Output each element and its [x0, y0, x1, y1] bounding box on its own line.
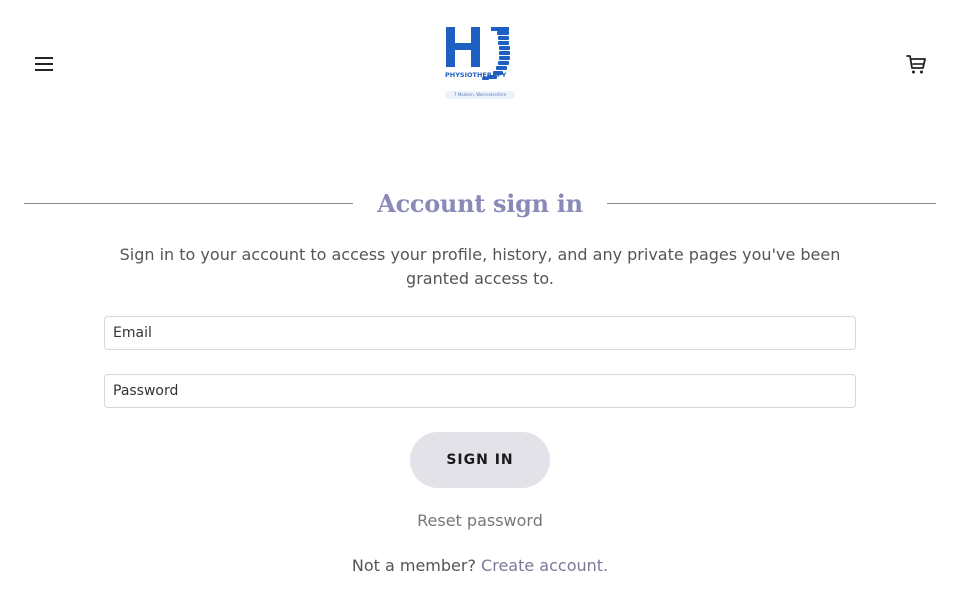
- hamburger-menu-icon: [35, 57, 53, 71]
- cart-button[interactable]: [902, 50, 930, 78]
- title-row: Account sign in: [24, 184, 937, 222]
- sign-in-button[interactable]: SIGN IN: [410, 432, 550, 488]
- create-account-link[interactable]: Create account.: [481, 556, 608, 575]
- reset-password-link[interactable]: Reset password: [330, 510, 630, 532]
- logo-text: PHYSIOTHERAPY: [445, 71, 507, 79]
- site-logo[interactable]: PHYSIOTHERAPY 7 Malvern, Worcestershire: [443, 25, 517, 103]
- shopping-cart-icon: [906, 55, 926, 74]
- logo-subtitle: 7 Malvern, Worcestershire: [445, 91, 515, 99]
- create-account-row: Not a member? Create account.: [230, 555, 730, 577]
- password-field[interactable]: [104, 374, 856, 408]
- not-member-text: Not a member?: [351, 556, 476, 575]
- page-title: Account sign in: [377, 188, 583, 218]
- menu-button[interactable]: [30, 50, 58, 78]
- title-divider-left: [24, 202, 354, 204]
- sign-in-page: PHYSIOTHERAPY 7 Malvern, Worcestershire …: [0, 0, 960, 600]
- email-field[interactable]: [104, 316, 856, 350]
- hj-physiotherapy-logo-icon: PHYSIOTHERAPY: [445, 27, 510, 80]
- title-divider-right: [606, 202, 937, 204]
- site-header: PHYSIOTHERAPY 7 Malvern, Worcestershire: [0, 0, 960, 120]
- sign-in-description: Sign in to your account to access your p…: [119, 245, 841, 288]
